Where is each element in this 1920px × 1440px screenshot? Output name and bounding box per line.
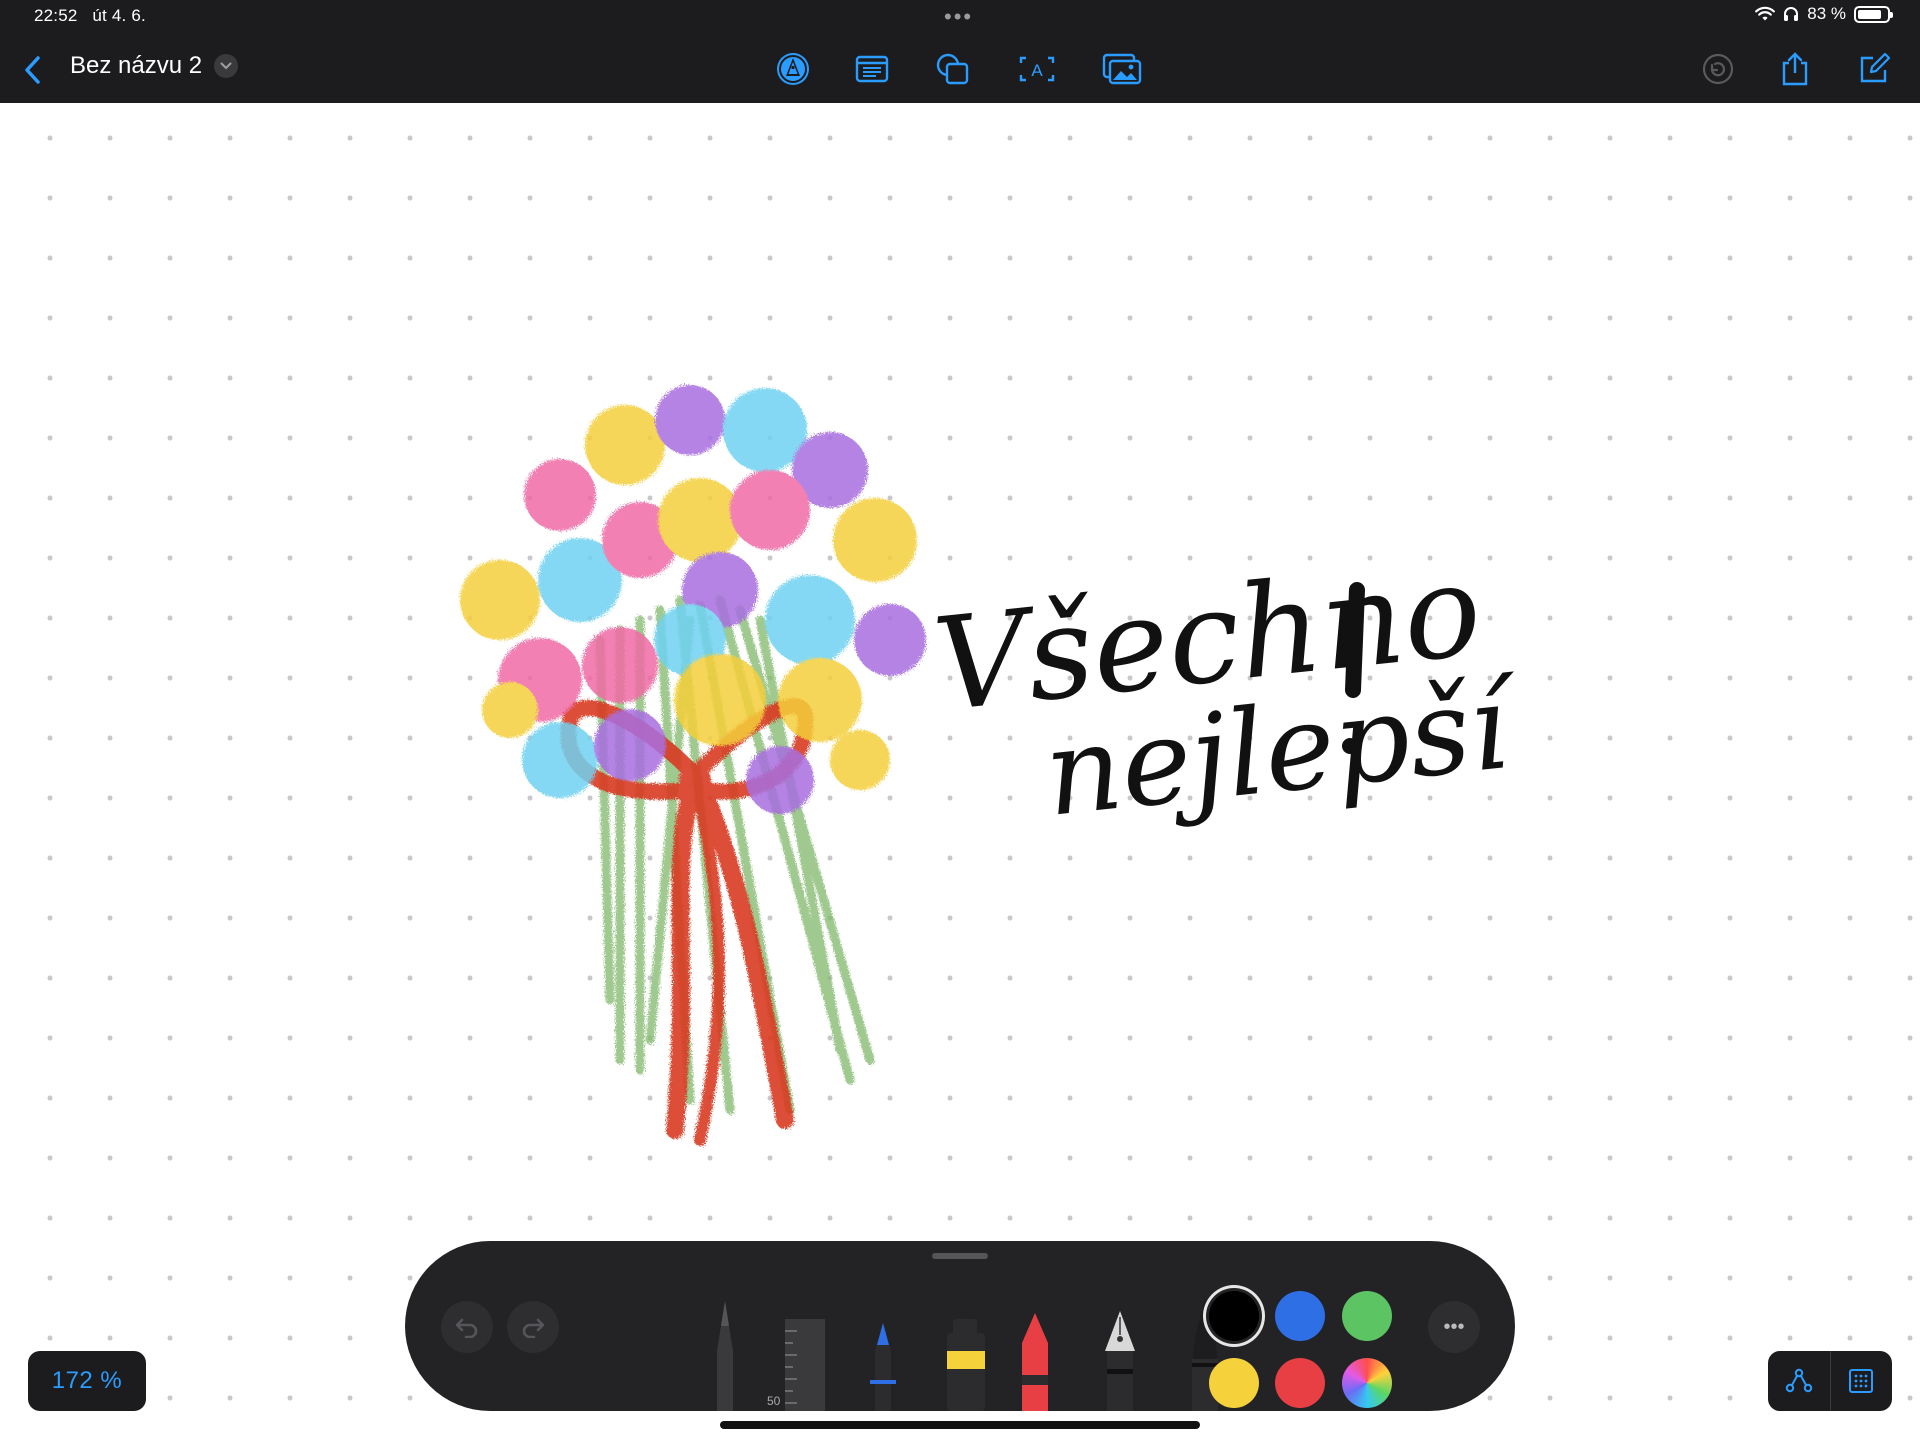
zoom-level-button[interactable]: 172 % [28,1351,146,1411]
palette-grabber[interactable] [932,1253,988,1259]
markup-pen-icon [777,53,809,85]
redo-button[interactable] [507,1301,559,1353]
status-date: út 4. 6. [92,6,146,25]
media-icon [1102,53,1142,85]
ruler-tool[interactable] [785,1319,825,1411]
markup-pen-button[interactable] [772,48,814,90]
collaboration-icon [1702,53,1734,85]
headphones-icon [1784,7,1799,21]
share-icon [1782,52,1808,86]
color-swatch-red[interactable] [1275,1358,1325,1408]
document-title-menu[interactable]: Bez názvu 2 [70,52,239,80]
grid-toggle-button[interactable] [1830,1351,1892,1411]
color-swatch-yellow[interactable] [1209,1358,1259,1408]
exclamation-stroke [1345,582,1365,698]
new-board-icon [1860,52,1891,83]
drawing-tools [717,1299,1218,1411]
undo-button[interactable] [441,1301,493,1353]
battery-level [1858,9,1882,19]
battery-text: 83 % [1807,4,1846,23]
multitask-dots[interactable]: ••• [944,4,973,30]
crayon-tool[interactable] [1022,1313,1048,1411]
share-button[interactable] [1774,48,1816,90]
battery-icon [1854,5,1893,23]
shapes-icon [936,53,969,85]
redo-icon [522,1318,545,1338]
collaboration-button[interactable] [1697,48,1739,90]
new-board-button[interactable] [1853,48,1895,90]
text-box-icon [855,55,889,83]
board-canvas[interactable]: Všechno nejlepší [0,103,1920,1440]
color-picker-wheel[interactable] [1342,1358,1392,1408]
view-controls [1768,1351,1892,1411]
flower-bouquet-sketch[interactable] [460,385,926,1146]
drawing-layer[interactable]: Všechno nejlepší [0,103,1920,1440]
text-icon: A [1019,56,1055,82]
color-swatch-blue[interactable] [1275,1291,1325,1341]
shapes-button[interactable] [932,48,974,90]
svg-text:A: A [1031,61,1043,80]
chevron-left-icon [25,56,40,84]
status-time-date: 22:52 út 4. 6. [34,6,146,26]
marker-tool[interactable] [947,1319,985,1411]
connector-button[interactable] [1768,1351,1830,1411]
wifi-icon [1755,6,1776,21]
text-button[interactable]: A [1016,48,1058,90]
pen-size-label: 50 [767,1394,781,1408]
text-box-button[interactable] [851,48,893,90]
pen-tool[interactable] [870,1323,896,1411]
connector-nodes-icon [1785,1368,1812,1393]
chevron-down-icon [220,62,232,70]
title-dropdown-button[interactable] [214,54,239,78]
undo-icon [455,1318,478,1338]
status-time: 22:52 [34,6,78,25]
document-title: Bez názvu 2 [70,52,203,79]
pencil-tool[interactable] [717,1301,733,1411]
tool-palette: 50 ••• [405,1241,1515,1411]
fountain-pen-tool[interactable] [1105,1311,1135,1411]
top-bar: 22:52 út 4. 6. ••• 83 % Bez názvu 2 A [0,0,1920,103]
color-swatch-black[interactable] [1209,1291,1259,1341]
back-button[interactable] [12,50,52,90]
media-button[interactable] [1101,48,1143,90]
handwritten-greeting[interactable]: Všechno nejlepší [928,535,1528,842]
more-options-button[interactable]: ••• [1428,1301,1480,1353]
status-indicators: 83 % [1755,4,1893,24]
grid-icon [1849,1369,1874,1393]
color-swatch-green[interactable] [1342,1291,1392,1341]
exclamation-dot [1342,738,1358,754]
home-indicator[interactable] [720,1421,1200,1429]
